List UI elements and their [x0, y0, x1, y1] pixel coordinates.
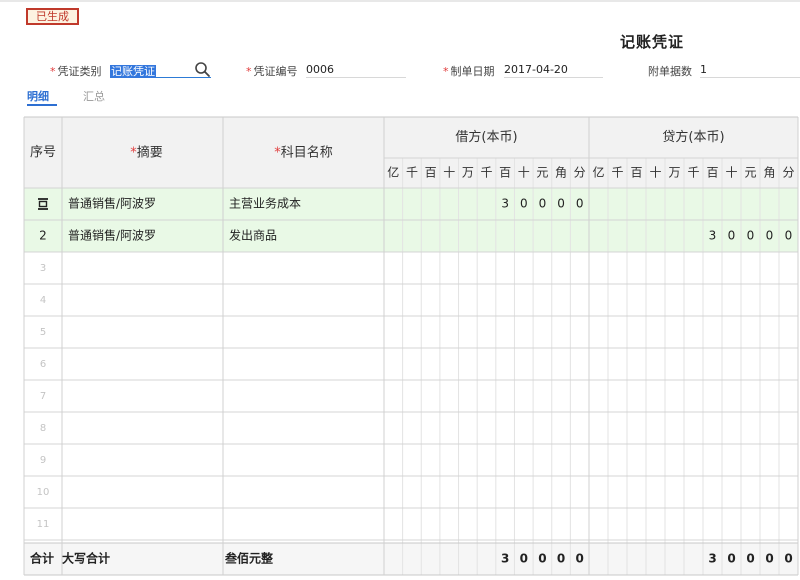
debit-unit-label: 元: [536, 166, 548, 180]
account-cell: 主营业务成本: [229, 196, 301, 211]
credit-unit-label: 千: [611, 166, 623, 180]
column-header-credit: 贷方(本币): [662, 129, 724, 145]
debit-digit: 0: [576, 197, 584, 211]
total-credit-digit: 0: [746, 552, 754, 566]
credit-digit: 0: [785, 229, 793, 243]
total-debit-digit: 0: [576, 552, 584, 566]
debit-digit: 0: [520, 197, 528, 211]
column-header-seq: 序号: [30, 145, 56, 160]
credit-digit: 0: [766, 229, 774, 243]
column-header-account: *科目名称: [274, 144, 333, 160]
credit-unit-label: 分: [782, 166, 794, 180]
row-number: 11: [37, 519, 50, 530]
credit-unit-label: 角: [763, 166, 775, 180]
credit-unit-label: 百: [706, 166, 718, 180]
capital-total-label: 大写合计: [62, 551, 110, 566]
credit-digit: 3: [709, 229, 717, 243]
debit-unit-label: 亿: [387, 165, 399, 180]
capital-total-value: 叁佰元整: [224, 551, 273, 566]
column-header-summary: *摘要: [130, 144, 163, 160]
total-debit-digit: 0: [520, 552, 528, 566]
total-label: 合计: [30, 551, 54, 566]
debit-unit-label: 十: [518, 166, 530, 180]
total-row-bg: [24, 543, 798, 575]
total-debit-digit: 0: [557, 552, 565, 566]
total-debit-digit: 3: [501, 552, 509, 566]
voucher-table: 序号 *摘要 *科目名称借方(本币) 贷方(本币)亿 亿千 千百 百十 十万 万千 千百 百十 十元元…: [23, 116, 799, 576]
credit-digit: 0: [728, 229, 736, 243]
debit-unit-label: 角: [555, 166, 567, 180]
summary-cell: 普通销售/阿波罗: [68, 196, 156, 211]
debit-unit-label: 十: [443, 166, 455, 180]
debit-unit-label: 千: [406, 166, 418, 180]
row-number: 7: [40, 391, 46, 402]
debit-unit-label: 分: [574, 166, 586, 180]
row-number: 10: [37, 487, 50, 498]
debit-digit: 0: [539, 197, 547, 211]
credit-unit-label: 千: [687, 166, 699, 180]
debit-unit-label: 百: [425, 166, 437, 180]
debit-unit-label: 万: [462, 166, 474, 180]
total-credit-digit: 0: [765, 552, 773, 566]
credit-unit-label: 万: [668, 166, 680, 180]
row-number: 3: [40, 263, 46, 274]
total-debit-digit: 0: [538, 552, 546, 566]
row-number: 6: [40, 359, 46, 370]
row-number: 8: [40, 423, 46, 434]
credit-unit-label: 亿: [592, 165, 604, 180]
total-credit-digit: 0: [784, 552, 792, 566]
credit-digit: 0: [747, 229, 755, 243]
summary-cell: 普通销售/阿波罗: [68, 228, 156, 243]
credit-unit-label: 百: [630, 166, 642, 180]
row-number: 9: [40, 455, 46, 466]
column-header-debit: 借方(本币): [455, 129, 517, 145]
row-number: 2: [39, 229, 47, 243]
credit-unit-label: 十: [649, 166, 661, 180]
debit-unit-label: 千: [480, 166, 492, 180]
debit-unit-label: 百: [499, 166, 511, 180]
account-cell: 发出商品: [229, 228, 277, 243]
credit-unit-label: 元: [744, 166, 756, 180]
debit-digit: 0: [557, 197, 565, 211]
row-number: 5: [40, 327, 46, 338]
credit-unit-label: 十: [725, 166, 737, 180]
debit-digit: 3: [501, 197, 509, 211]
row-number: 4: [40, 295, 46, 306]
total-credit-digit: 0: [727, 552, 735, 566]
total-credit-digit: 3: [708, 552, 716, 566]
